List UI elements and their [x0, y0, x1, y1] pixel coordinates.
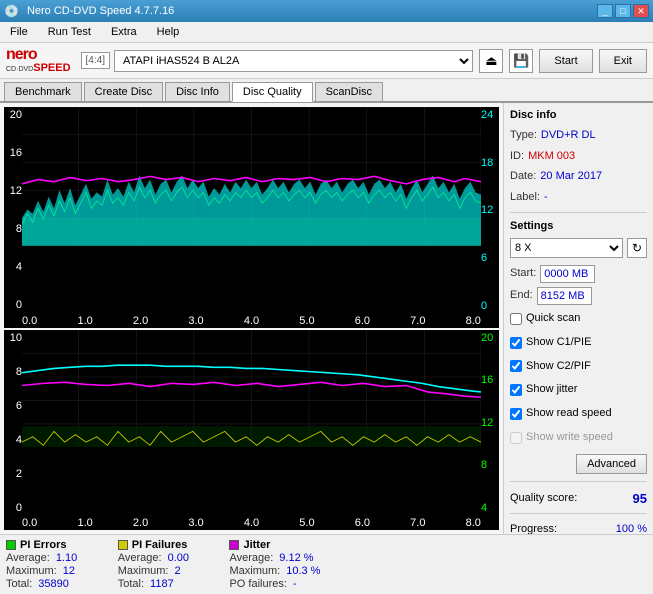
menu-bar: File Run Test Extra Help: [0, 22, 653, 43]
drive-bracket-label: [4:4]: [81, 52, 110, 69]
jitter-color: [229, 540, 239, 550]
progress-value: 100 %: [616, 523, 647, 534]
main-content: 201612840 24181260: [0, 102, 653, 534]
pi-failures-total: 1187: [150, 578, 185, 590]
disc-date-value: 20 Mar 2017: [540, 168, 602, 185]
show-read-speed-row: Show read speed: [510, 404, 647, 424]
pi-errors-total: 35890: [38, 578, 73, 590]
chart-2: 1086420 20161284: [4, 330, 499, 516]
quality-score-value: 95: [633, 491, 647, 506]
start-mb-field[interactable]: 0000 MB: [540, 265, 595, 283]
quick-scan-checkbox[interactable]: [510, 313, 522, 325]
divider-3: [510, 513, 647, 514]
side-panel: Disc info Type: DVD+R DL ID: MKM 003 Dat…: [503, 103, 653, 534]
pi-failures-label: PI Failures: [132, 539, 188, 551]
speed-row: 8 X ↻: [510, 238, 647, 258]
disc-type-row: Type: DVD+R DL: [510, 127, 647, 144]
chart1-svg: [22, 107, 481, 246]
drive-combo[interactable]: ATAPI iHAS524 B AL2A: [114, 50, 473, 72]
title-bar-text: Nero CD-DVD Speed 4.7.7.16: [23, 5, 597, 17]
pi-errors-max: 12: [63, 565, 98, 577]
refresh-button[interactable]: ↻: [627, 238, 647, 258]
chart-1: 201612840 24181260: [4, 107, 499, 314]
exit-button[interactable]: Exit: [599, 49, 647, 73]
disc-label-row: Label: -: [510, 189, 647, 206]
tab-create-disc[interactable]: Create Disc: [84, 82, 163, 101]
pi-failures-group: PI Failures Average: 0.00 Maximum: 2 Tot…: [118, 539, 210, 590]
chart2-svg: [22, 330, 481, 447]
settings-title: Settings: [510, 220, 647, 232]
show-c2pif-checkbox[interactable]: [510, 360, 522, 372]
jitter-max: 10.3 %: [286, 565, 321, 577]
menu-run-test[interactable]: Run Test: [42, 24, 97, 40]
show-c2pif-row: Show C2/PIF: [510, 357, 647, 377]
end-mb-row: End:: [510, 287, 647, 305]
jitter-avg: 9.12 %: [279, 552, 314, 564]
divider-2: [510, 481, 647, 482]
show-c1pie-row: Show C1/PIE: [510, 333, 647, 353]
pi-errors-avg: 1.10: [56, 552, 91, 564]
pi-errors-label: PI Errors: [20, 539, 66, 551]
toolbar: nero CD·DVDSPEED [4:4] ATAPI iHAS524 B A…: [0, 43, 653, 79]
end-mb-field[interactable]: [537, 287, 592, 305]
pi-failures-avg: 0.00: [168, 552, 203, 564]
advanced-button[interactable]: Advanced: [576, 454, 647, 474]
show-jitter-checkbox[interactable]: [510, 384, 522, 396]
disc-date-row: Date: 20 Mar 2017: [510, 168, 647, 185]
divider-1: [510, 212, 647, 213]
title-bar: 💿 Nero CD-DVD Speed 4.7.7.16 _ □ ✕: [0, 0, 653, 22]
chart2-x-axis: 0.01.02.03.04.05.06.07.08.0: [4, 516, 499, 530]
tab-bar: Benchmark Create Disc Disc Info Disc Qua…: [0, 79, 653, 102]
disc-label-value: -: [544, 189, 548, 206]
jitter-label: Jitter: [243, 539, 270, 551]
stats-bar: PI Errors Average: 1.10 Maximum: 12 Tota…: [0, 534, 653, 594]
tab-disc-quality[interactable]: Disc Quality: [232, 82, 313, 102]
disc-info-title: Disc info: [510, 109, 647, 121]
tab-scan-disc[interactable]: ScanDisc: [315, 82, 383, 101]
eject-icon[interactable]: ⏏: [479, 49, 503, 73]
start-button[interactable]: Start: [539, 49, 592, 73]
quality-score-row: Quality score: 95: [510, 491, 647, 506]
save-icon[interactable]: 💾: [509, 49, 533, 73]
show-c1pie-checkbox[interactable]: [510, 337, 522, 349]
pi-failures-max: 2: [174, 565, 209, 577]
disc-id-row: ID: MKM 003: [510, 148, 647, 165]
speed-select[interactable]: 8 X: [510, 238, 623, 258]
disc-id-value: MKM 003: [528, 148, 575, 165]
progress-section: Progress: 100 % Position: 8151 MB Speed:…: [510, 523, 647, 534]
chart1-x-axis: 0.01.02.03.04.05.06.07.08.0: [4, 314, 499, 328]
chart1-y-left: 201612840: [4, 107, 22, 314]
tab-benchmark[interactable]: Benchmark: [4, 82, 82, 101]
chart2-y-right: 20161284: [481, 330, 499, 516]
show-read-speed-checkbox[interactable]: [510, 408, 522, 420]
close-button[interactable]: ✕: [633, 4, 649, 18]
nero-logo: nero CD·DVDSPEED: [6, 47, 71, 74]
jitter-group: Jitter Average: 9.12 % Maximum: 10.3 % P…: [229, 539, 327, 590]
show-jitter-row: Show jitter: [510, 380, 647, 400]
chart1-y-right: 24181260: [481, 107, 499, 314]
show-write-speed-checkbox: [510, 432, 522, 444]
menu-help[interactable]: Help: [151, 24, 186, 40]
menu-file[interactable]: File: [4, 24, 34, 40]
quick-scan-row: Quick scan: [510, 309, 647, 329]
minimize-button[interactable]: _: [597, 4, 613, 18]
show-write-speed-row: Show write speed: [510, 428, 647, 448]
pi-failures-color: [118, 540, 128, 550]
start-mb-row: Start: 0000 MB: [510, 265, 647, 283]
menu-extra[interactable]: Extra: [105, 24, 143, 40]
pi-errors-group: PI Errors Average: 1.10 Maximum: 12 Tota…: [6, 539, 98, 590]
jitter-po: -: [293, 578, 328, 590]
drive-select-area: [4:4] ATAPI iHAS524 B AL2A: [81, 50, 474, 72]
disc-type-value: DVD+R DL: [541, 127, 596, 144]
chart2-y-left: 1086420: [4, 330, 22, 516]
progress-row: Progress: 100 %: [510, 523, 647, 534]
title-bar-buttons: _ □ ✕: [597, 4, 649, 18]
maximize-button[interactable]: □: [615, 4, 631, 18]
tab-disc-info[interactable]: Disc Info: [165, 82, 230, 101]
chart-area: 201612840 24181260: [0, 103, 503, 534]
pi-errors-color: [6, 540, 16, 550]
